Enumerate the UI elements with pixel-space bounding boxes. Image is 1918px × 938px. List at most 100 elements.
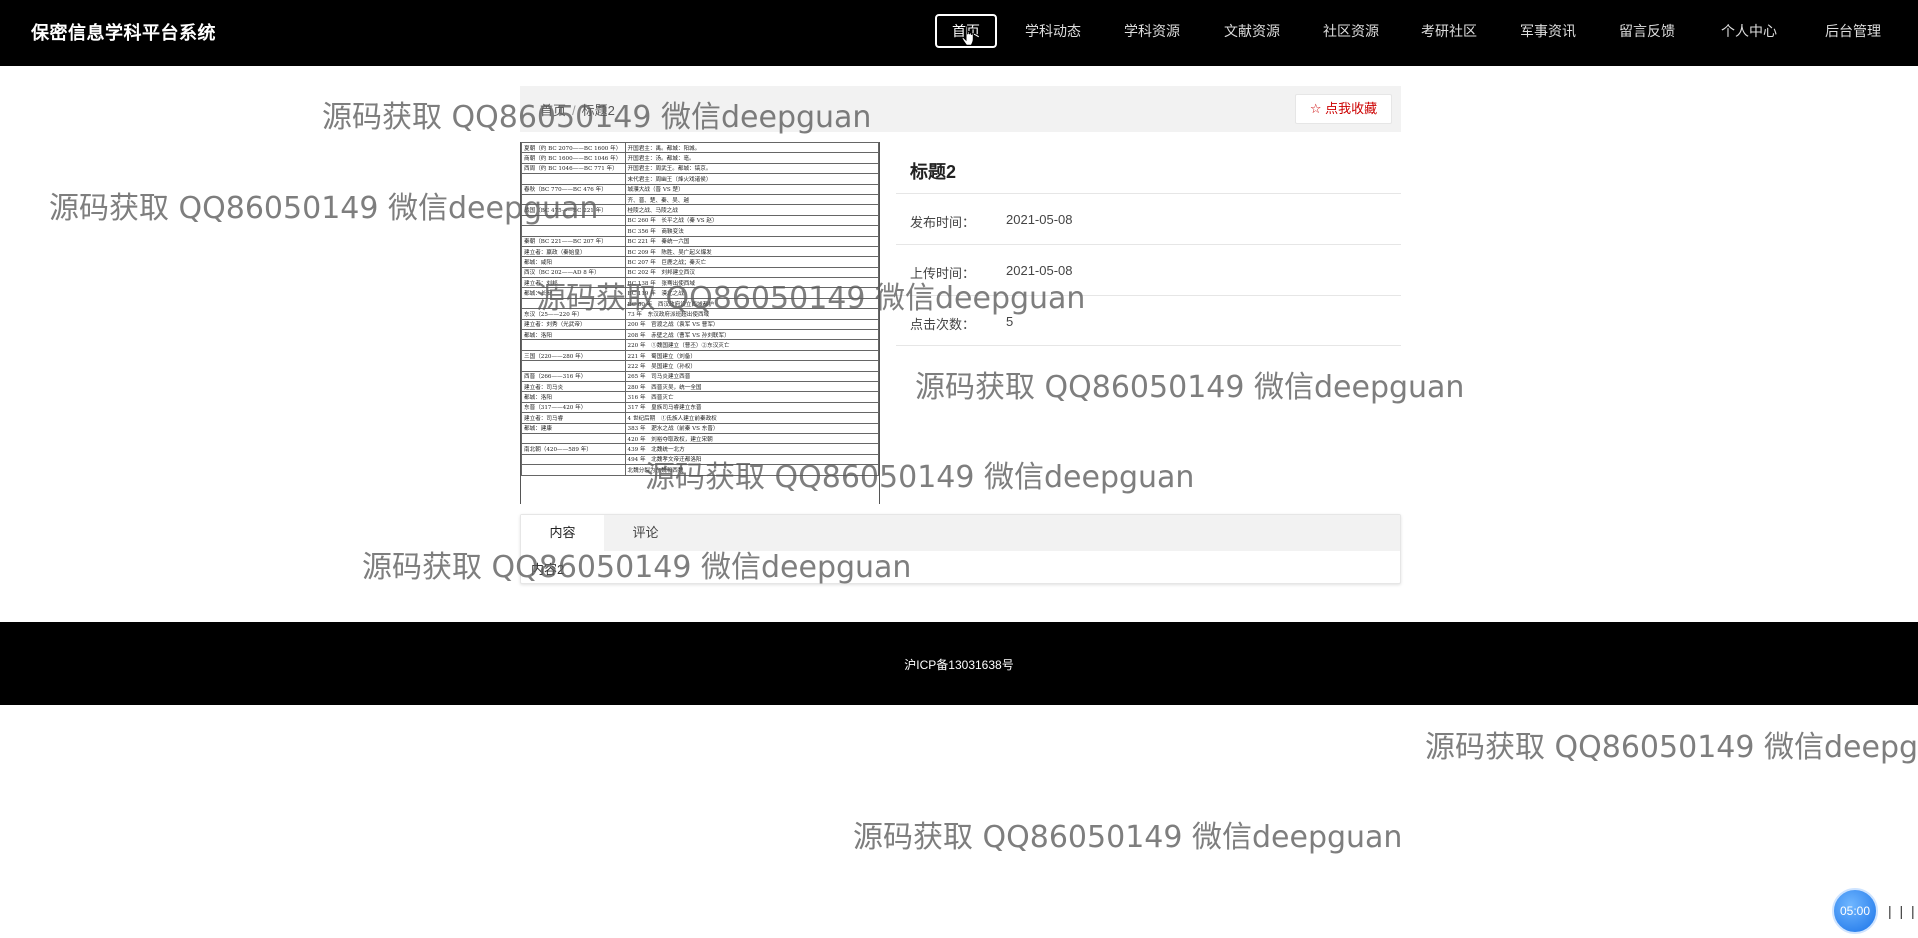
thumbnail-event-cell: 城濮大战（晋 VS 楚） [624, 183, 879, 195]
thumbnail-table-row: 建立者：刘邦 BC 138 年 张骞出使西域 [521, 277, 879, 289]
thumbnail-event-cell: 开国君主：汤。都城：亳。 [624, 152, 879, 164]
nav-community-resources[interactable]: 社区资源 [1316, 14, 1386, 48]
thumbnail-table-row: 夏朝（约 BC 2070——BC 1600 年） 开国君主：禹。都城：阳城。 [521, 142, 879, 154]
thumbnail-period-cell: 战国（BC 475——BC 221 年） [521, 204, 626, 216]
thumbnail-event-cell: 北魏分裂为东魏和西魏 [624, 464, 879, 476]
thumbnail-table-row: 东晋（317——420 年） 317 年 皇族司马睿建立东晋 [521, 401, 879, 414]
thumbnail-table-row: 西汉（BC 202——AD 8 年） BC 202 年 刘邦建立西汉 [521, 266, 879, 279]
thumbnail-event-cell: 420 年 刘裕夺取政权，建立宋朝 [624, 432, 879, 445]
thumbnail-period-cell: 西汉（BC 202——AD 8 年） [521, 266, 626, 279]
favorite-button[interactable]: ☆ 点我收藏 [1295, 94, 1392, 124]
thumbnail-period-cell: 都城：建康 [521, 422, 626, 434]
thumbnail-table-row: 222 年 吴国建立（孙权） [521, 360, 879, 372]
thumbnail-table-row: 北魏分裂为东魏和西魏 [521, 464, 879, 476]
thumbnail-table-row: BC 356 年 商鞅变法 [521, 225, 879, 237]
thumbnail-period-cell: 建立者：刘秀（光武帝） [521, 318, 626, 331]
watermark-text: 源码获取 QQ86050149 微信deepguan [915, 370, 1465, 405]
resource-thumbnail[interactable]: 夏朝（约 BC 2070——BC 1600 年） 开国君主：禹。都城：阳城。 商朝（… [520, 142, 880, 504]
thumbnail-period-cell: 西周（约 BC 1046——BC 771 年） [521, 162, 626, 175]
thumbnail-table-row: 商朝（约 BC 1600——BC 1046 年） 开国君主：汤。都城：亳。 [521, 152, 879, 164]
tab-content[interactable]: 内容 [521, 515, 604, 551]
nav-discipline-news[interactable]: 学科动态 [1018, 14, 1088, 48]
thumbnail-event-cell: BC 60 年 西汉政府设立西域都护 [624, 297, 879, 310]
thumbnail-table-row: 秦朝（BC 221——BC 207 年） BC 221 年 秦统一六国 [521, 235, 879, 247]
content-tabs: 内容 评论 内容2 [520, 514, 1401, 584]
thumbnail-table-row: 420 年 刘裕夺取政权，建立宋朝 [521, 432, 879, 445]
tab-content-body: 内容2 [531, 562, 565, 577]
watermark-text: 源码获取 QQ86050149 微信deepguan [49, 191, 599, 226]
thumbnail-table-row: 建立者：刘秀（光武帝） 200 年 官渡之战（袁军 VS 曹军） [521, 318, 879, 331]
thumbnail-event-cell: 桂陵之战、马陵之战 [624, 204, 879, 216]
thumbnail-event-cell: 221 年 蜀国建立（刘备） [624, 349, 879, 362]
thumbnail-table-row: 建立者：嬴政（秦始皇） BC 209 年 陈胜、吴广起义爆发 [521, 245, 879, 258]
thumbnail-event-cell: BC 119 年 漠北之战 [624, 287, 879, 299]
thumbnail-table-row: 建立者：司马炎 280 年 西晋灭吴，统一全国 [521, 380, 879, 393]
thumbnail-event-cell: BC 207 年 巨鹿之战；秦灭亡 [624, 256, 879, 268]
thumbnail-event-cell: 280 年 西晋灭吴，统一全国 [624, 380, 879, 393]
thumbnail-period-cell: 三国（220——280 年） [521, 349, 626, 362]
nav-military-news[interactable]: 军事资讯 [1513, 14, 1583, 48]
thumbnail-event-cell: 383 年 淝水之战（前秦 VS 东晋） [624, 422, 879, 434]
info-row-click-count: 点击次数： 5 [896, 295, 1401, 346]
thumbnail-table-row: 战国（BC 475——BC 221 年） 桂陵之战、马陵之战 [521, 204, 879, 216]
thumbnail-period-cell: 建立者：嬴政（秦始皇） [521, 245, 626, 258]
thumbnail-period-cell [521, 193, 626, 206]
thumbnail-period-cell [521, 464, 626, 476]
thumbnail-table-row: 东汉（25——220 年） 73 年 东汉政府派班超出使西域 [521, 308, 879, 320]
detail-title: 标题2 [910, 162, 957, 182]
thumbnail-event-cell: 齐、晋、楚、秦、吴、越 [624, 193, 879, 206]
breadcrumb-home[interactable]: 首页 [540, 103, 566, 118]
thumbnail-table-row: BC 260 年 长平之战（秦 VS 赵） [521, 214, 879, 227]
tab-bar: 内容 评论 [521, 515, 1400, 551]
site-brand[interactable]: 保密信息学科平台系统 [31, 19, 216, 45]
thumbnail-period-cell [521, 432, 626, 445]
hand-cursor-icon [961, 25, 974, 46]
watermark-text: 源码获取 QQ86050149 微信deepguan [853, 820, 1403, 855]
click-count-label: 点击次数： [910, 317, 976, 332]
thumbnail-period-cell: 东晋（317——420 年） [521, 401, 626, 414]
thumbnail-period-cell: 夏朝（约 BC 2070——BC 1600 年） [521, 142, 626, 154]
thumbnail-table-row: BC 60 年 西汉政府设立西域都护 [521, 297, 879, 310]
thumbnail-period-cell: 东汉（25——220 年） [521, 308, 626, 320]
thumbnail-event-cell: 439 年 北魏统一北方 [624, 443, 879, 455]
thumbnail-period-cell: 春秋（BC 770——BC 476 年） [521, 183, 626, 195]
nav-feedback[interactable]: 留言反馈 [1612, 14, 1682, 48]
thumbnail-event-cell: BC 221 年 秦统一六国 [624, 235, 879, 247]
timer-badge[interactable]: 05:00 [1832, 888, 1878, 934]
thumbnail-table-row: 都城：建康 383 年 淝水之战（前秦 VS 东晋） [521, 422, 879, 434]
pause-icon[interactable]: | | | [1888, 903, 1917, 919]
thumbnail-table-row: 三国（220——280 年） 221 年 蜀国建立（刘备） [521, 349, 879, 362]
upload-time-label: 上传时间： [910, 266, 976, 281]
nav-user-center[interactable]: 个人中心 [1714, 14, 1784, 48]
thumbnail-period-cell [521, 453, 626, 466]
nav-exam-community[interactable]: 考研社区 [1414, 14, 1484, 48]
nav-admin[interactable]: 后台管理 [1818, 14, 1888, 48]
thumbnail-event-cell: BC 260 年 长平之战（秦 VS 赵） [624, 214, 879, 227]
thumbnail-table-row: 春秋（BC 770——BC 476 年） 城濮大战（晋 VS 楚） [521, 183, 879, 195]
thumbnail-table-row: 494 年 北魏孝文帝迁都洛阳 [521, 453, 879, 466]
thumbnail-event-cell: 4 世纪后期 ①氐族人建立前秦政权 [624, 412, 879, 424]
thumbnail-event-cell: BC 138 年 张骞出使西域 [624, 277, 879, 289]
thumbnail-period-cell: 南北朝（420——589 年） [521, 443, 626, 455]
thumbnail-event-cell: BC 356 年 商鞅变法 [624, 225, 879, 237]
breadcrumb-current: 标题2 [581, 103, 615, 118]
thumbnail-table-row: 都城：长安 BC 119 年 漠北之战 [521, 287, 879, 299]
breadcrumb: 首页 / 标题2 [540, 100, 615, 119]
thumbnail-table-row: 建立者：司马睿 4 世纪后期 ①氐族人建立前秦政权 [521, 412, 879, 424]
tab-comments[interactable]: 评论 [604, 515, 687, 551]
thumbnail-period-cell [521, 225, 626, 237]
thumbnail-event-cell: 200 年 官渡之战（袁军 VS 曹军） [624, 318, 879, 331]
icp-record[interactable]: 沪ICP备13031638号 [0, 656, 1918, 673]
thumbnail-table-row: 西晋（266——316 年） 265 年 司马炎建立西晋 [521, 370, 879, 383]
thumbnail-event-cell: BC 209 年 陈胜、吴广起义爆发 [624, 245, 879, 258]
thumbnail-period-cell: 建立者：司马睿 [521, 412, 626, 424]
nav-literature-resources[interactable]: 文献资源 [1217, 14, 1287, 48]
page-footer: 沪ICP备13031638号 [0, 622, 1918, 705]
thumbnail-table-row: 220 年 ①魏国建立（曹丕）②东汉灭亡 [521, 339, 879, 351]
thumbnail-period-cell [521, 339, 626, 351]
nav-discipline-resources[interactable]: 学科资源 [1117, 14, 1187, 48]
watermark-text: 源码获取 QQ86050149 微信deepguan [1425, 730, 1918, 765]
thumbnail-period-cell [521, 297, 626, 310]
thumbnail-table-row: 都城：咸阳 BC 207 年 巨鹿之战；秦灭亡 [521, 256, 879, 268]
thumbnail-event-cell: 末代君主：周幽王（烽火戏诸侯） [624, 173, 879, 185]
